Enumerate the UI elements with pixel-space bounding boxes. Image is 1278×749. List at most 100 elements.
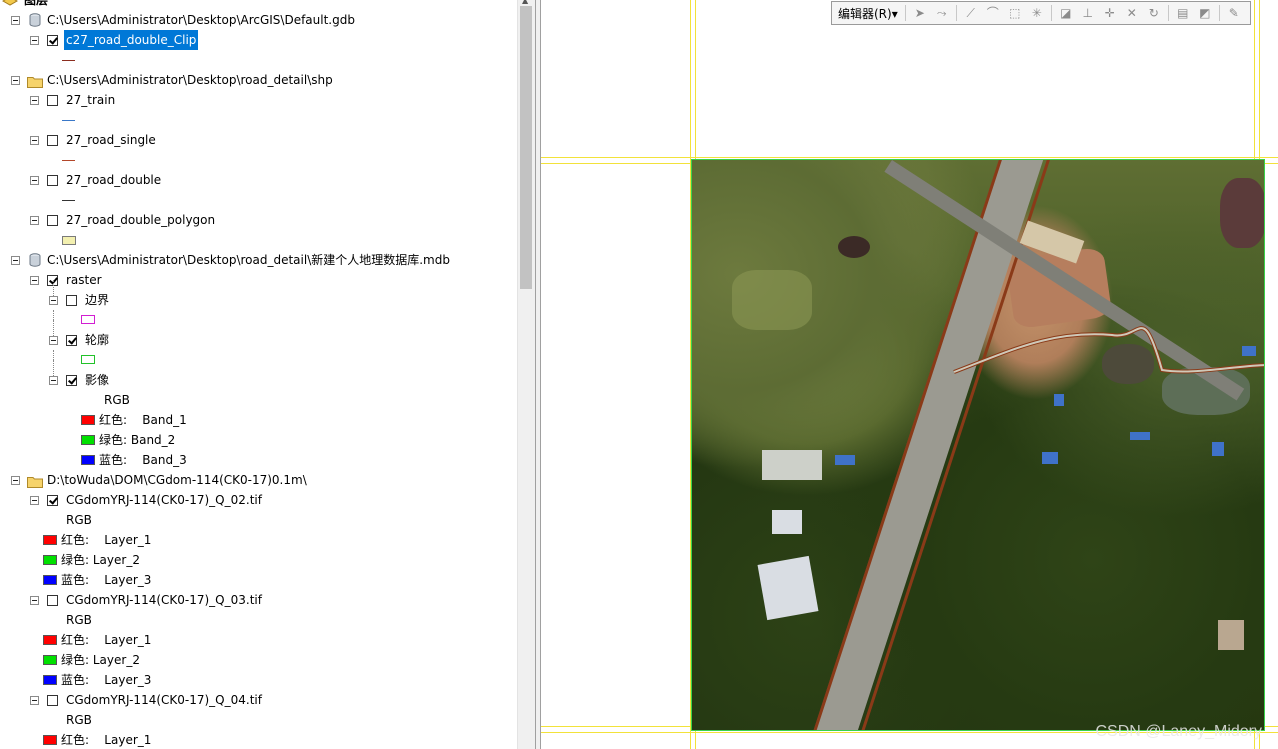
map-view[interactable]: 编辑器(R)▾ ➤ ⤳ ⟋ ⌒ ⬚ ✳ ◪ ⊥ ✛ ✕ ↻ ▤ ◩ ✎ CSDN… <box>541 0 1278 749</box>
scroll-up-icon[interactable]: ▲ <box>522 0 528 5</box>
layer-name[interactable]: 27_road_double <box>66 170 161 190</box>
edit-vertices-icon[interactable]: ◪ <box>1057 4 1075 22</box>
layer-name[interactable]: CGdomYRJ-114(CK0-17)_Q_03.tif <box>66 590 262 610</box>
toc-row: RGB <box>0 390 515 410</box>
collapse-icon[interactable] <box>11 256 20 265</box>
cut-polygons-icon[interactable]: ✛ <box>1101 4 1119 22</box>
toolbar-separator <box>955 5 957 21</box>
collapse-icon[interactable] <box>30 596 39 605</box>
band-color-swatch <box>81 415 95 425</box>
layer-visibility-checkbox[interactable] <box>47 95 58 106</box>
toc-header-label: 图层 <box>24 0 49 7</box>
frame-line <box>541 157 1278 158</box>
toc-row: 蓝色: Band_3 <box>0 450 515 470</box>
point-icon[interactable]: ✳ <box>1028 4 1046 22</box>
toc-scrollbar-thumb[interactable] <box>520 6 532 289</box>
band-label: 蓝色: Layer_3 <box>61 673 152 687</box>
layer-name[interactable]: c27_road_double_Clip <box>64 30 199 50</box>
layer-visibility-checkbox[interactable] <box>47 595 58 606</box>
folder-icon <box>27 474 43 488</box>
band-color-swatch <box>81 455 95 465</box>
toc-row: 27_road_single <box>0 130 515 150</box>
rgb-header: RGB <box>66 613 92 627</box>
toc-row: c27_road_double_Clip <box>0 30 515 50</box>
collapse-icon[interactable] <box>49 296 58 305</box>
collapse-icon[interactable] <box>11 476 20 485</box>
layer-name[interactable]: CGdomYRJ-114(CK0-17)_Q_04.tif <box>66 690 262 710</box>
toc-row: CGdomYRJ-114(CK0-17)_Q_03.tif <box>0 590 515 610</box>
layer-visibility-checkbox[interactable] <box>66 375 77 386</box>
toc-row: raster <box>0 270 515 290</box>
reshape-icon[interactable]: ⊥ <box>1079 4 1097 22</box>
toc-row <box>0 310 515 330</box>
editor-menu-button[interactable]: 编辑器(R)▾ <box>838 5 898 22</box>
toc-row: 蓝色: Layer_3 <box>0 570 515 590</box>
layer-name[interactable]: 27_road_double_polygon <box>66 210 215 230</box>
toolbar-separator <box>1050 5 1052 21</box>
edit-annotation-icon[interactable]: ⤳ <box>933 4 951 22</box>
collapse-icon[interactable] <box>49 376 58 385</box>
split-icon[interactable]: ✕ <box>1123 4 1141 22</box>
toc-row: 红色: Band_1 <box>0 410 515 430</box>
layer-visibility-checkbox[interactable] <box>47 35 58 46</box>
layer-visibility-checkbox[interactable] <box>47 175 58 186</box>
layer-visibility-checkbox[interactable] <box>47 695 58 706</box>
toc-row <box>0 230 515 250</box>
layer-name[interactable]: 27_train <box>66 90 115 110</box>
band-color-swatch <box>43 575 57 585</box>
workspace-label: C:\Users\Administrator\Desktop\ArcGIS\De… <box>47 13 355 27</box>
band-color-swatch <box>43 655 57 665</box>
rgb-header: RGB <box>104 393 130 407</box>
workspace-label: C:\Users\Administrator\Desktop\road_deta… <box>47 73 333 87</box>
toc-row: D:\toWuda\DOM\CGdom-114(CK0-17)0.1m\ <box>0 470 515 490</box>
layer-visibility-checkbox[interactable] <box>47 215 58 226</box>
layer-visibility-checkbox[interactable] <box>66 335 77 346</box>
collapse-icon[interactable] <box>30 496 39 505</box>
band-label: 红色: Band_1 <box>99 413 187 427</box>
rotate-icon[interactable]: ↻ <box>1145 4 1163 22</box>
collapse-icon[interactable] <box>30 216 39 225</box>
legend-outline-symbol <box>81 355 95 364</box>
layer-name[interactable]: 27_road_single <box>66 130 156 150</box>
layer-name[interactable]: 轮廓 <box>85 330 109 350</box>
trace-icon[interactable]: ⬚ <box>1006 4 1024 22</box>
toc-row: 轮廓 <box>0 320 515 350</box>
layer-visibility-checkbox[interactable] <box>66 295 77 306</box>
collapse-icon[interactable] <box>30 276 39 285</box>
layer-name[interactable]: 边界 <box>85 290 109 310</box>
toolbar-separator <box>904 5 906 21</box>
band-label: 蓝色: Band_3 <box>99 453 187 467</box>
collapse-icon[interactable] <box>11 76 20 85</box>
database-icon <box>29 253 41 267</box>
rgb-header: RGB <box>66 513 92 527</box>
layers-icon <box>1 0 19 6</box>
collapse-icon[interactable] <box>11 16 20 25</box>
layer-name[interactable]: CGdomYRJ-114(CK0-17)_Q_02.tif <box>66 490 262 510</box>
attributes-icon[interactable]: ▤ <box>1174 4 1192 22</box>
collapse-icon[interactable] <box>30 136 39 145</box>
collapse-icon[interactable] <box>30 696 39 705</box>
straight-segment-icon[interactable]: ⟋ <box>962 4 980 22</box>
collapse-icon[interactable] <box>49 336 58 345</box>
layer-name[interactable]: raster <box>66 270 102 290</box>
collapse-icon[interactable] <box>30 176 39 185</box>
arc-segment-icon[interactable]: ⌒ <box>984 4 1002 22</box>
toc-row <box>0 150 515 170</box>
toc-row: C:\Users\Administrator\Desktop\ArcGIS\De… <box>0 10 515 30</box>
rgb-header: RGB <box>66 713 92 727</box>
sketch-properties-icon[interactable]: ◩ <box>1196 4 1214 22</box>
layer-visibility-checkbox[interactable] <box>47 135 58 146</box>
edit-tool-icon[interactable]: ➤ <box>911 4 929 22</box>
layer-visibility-checkbox[interactable] <box>47 495 58 506</box>
toc-row: 27_train <box>0 90 515 110</box>
toc-row: 27_road_double_polygon <box>0 210 515 230</box>
collapse-icon[interactable] <box>30 96 39 105</box>
toc-vertical-scrollbar[interactable]: ▲ <box>517 0 535 749</box>
toolbar-separator <box>1218 5 1220 21</box>
collapse-icon[interactable] <box>30 36 39 45</box>
toc-row: 红色: Layer_1 <box>0 730 515 749</box>
toc-row: RGB <box>0 510 515 530</box>
editor-toolbar-options-icon[interactable]: ✎ <box>1225 4 1243 22</box>
layer-name[interactable]: 影像 <box>85 370 109 390</box>
toc-row: 绿色: Layer_2 <box>0 650 515 670</box>
